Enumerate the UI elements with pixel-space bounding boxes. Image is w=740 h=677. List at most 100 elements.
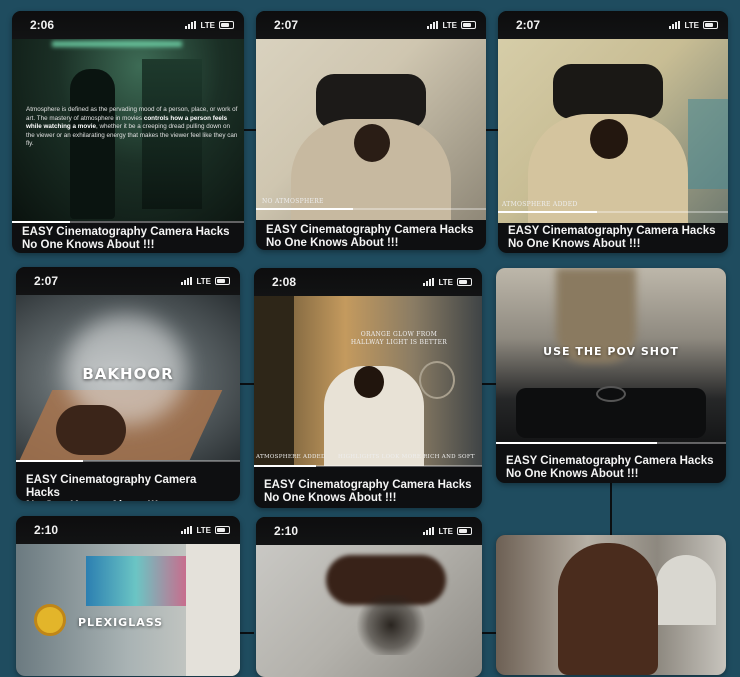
mirror xyxy=(419,361,455,399)
orange-glow-label: ORANGE GLOW FROM HALLWAY LIGHT IS BETTER xyxy=(350,331,448,346)
video-frame[interactable] xyxy=(498,39,728,223)
network-label: LTE xyxy=(200,20,215,30)
video-card[interactable]: 2:10 LTE PLEXIGLASS xyxy=(16,516,240,676)
caption-line-2: No One Knows About !!! xyxy=(26,500,230,501)
battery-icon xyxy=(215,526,230,534)
atmosphere-added-label: ATMOSPHERE ADDED xyxy=(502,201,578,208)
battery-icon xyxy=(461,21,476,29)
video-progress-fill xyxy=(16,460,84,462)
plexiglass-label: PLEXIGLASS xyxy=(78,616,164,629)
video-progress[interactable] xyxy=(256,208,486,210)
caption-line-2: No One Knows About !!! xyxy=(264,492,397,504)
network-label: LTE xyxy=(438,526,453,536)
caption-line-1: EASY Cinematography Camera Hacks xyxy=(266,224,474,236)
status-bar: 2:10 LTE xyxy=(256,517,482,545)
hallway-door xyxy=(254,296,294,466)
highlights-label: HIGHLIGHTS LOOK MORE RICH AND SOFT xyxy=(338,454,475,460)
connector-line xyxy=(482,383,496,385)
bakhoor-label: BAKHOOR xyxy=(82,365,174,383)
video-card[interactable]: 2:07 LTE NO ATMOSPHERE EASY Cinematograp… xyxy=(256,11,486,250)
video-caption: EASY Cinematography Camera Hacks No One … xyxy=(256,224,486,250)
atmosphere-definition: Atmosphere is defined as the pervading m… xyxy=(26,106,238,148)
person-side xyxy=(186,544,240,676)
video-progress[interactable] xyxy=(16,460,240,462)
status-bar: 2:06 LTE xyxy=(12,11,244,39)
window-light xyxy=(688,99,728,189)
video-caption: EASY Cinematography Camera Hacks No One … xyxy=(12,226,244,253)
video-card[interactable]: USE THE POV SHOT EASY Cinematography Cam… xyxy=(496,268,726,483)
video-card[interactable]: 2:07 LTE BAKHOOR EASY Cinematography Cam… xyxy=(16,267,240,501)
network-label: LTE xyxy=(196,525,211,535)
status-bar: 2:07 LTE xyxy=(498,11,728,39)
caption-line-1: EASY Cinematography Camera Hacks xyxy=(508,225,716,237)
caption-line-1: EASY Cinematography Camera Hacks xyxy=(22,226,230,238)
video-card[interactable]: 2:10 LTE xyxy=(256,517,482,677)
status-time: 2:06 xyxy=(30,18,55,32)
battery-icon xyxy=(703,21,718,29)
connector-line xyxy=(244,129,256,131)
connector-line xyxy=(486,129,498,131)
video-card[interactable]: 2:08 LTE ORANGE GLOW FROM HALLWAY LIGHT … xyxy=(254,268,482,508)
signal-icon xyxy=(669,21,681,29)
video-card[interactable]: 2:06 LTE Atmosphere is defined as the pe… xyxy=(12,11,244,253)
status-time: 2:10 xyxy=(274,524,299,538)
connector-line xyxy=(610,483,612,535)
video-frame[interactable] xyxy=(254,296,482,466)
caption-line-2: No One Knows About !!! xyxy=(506,468,639,480)
window-arches xyxy=(656,555,716,625)
network-label: LTE xyxy=(438,277,453,287)
caption-line-1: EASY Cinematography Camera Hacks xyxy=(264,479,472,491)
ceiling-light xyxy=(52,41,182,47)
face xyxy=(558,543,658,675)
pov-shot-label: USE THE POV SHOT xyxy=(543,345,679,358)
video-caption: EASY Cinematography Camera Hacks No One … xyxy=(16,474,240,501)
caption-line-1: EASY Cinematography Camera Hacks xyxy=(26,474,197,499)
network-label: LTE xyxy=(442,20,457,30)
signal-icon xyxy=(423,527,435,535)
falling-particles xyxy=(356,595,426,655)
video-card[interactable]: 2:07 LTE ATMOSPHERE ADDED EASY Cinematog… xyxy=(498,11,728,253)
connector-line xyxy=(482,632,496,634)
video-progress[interactable] xyxy=(254,465,482,467)
video-frame[interactable] xyxy=(256,39,486,220)
sunflower xyxy=(34,604,66,636)
video-caption: EASY Cinematography Camera Hacks No One … xyxy=(254,479,482,508)
video-caption: EASY Cinematography Camera Hacks No One … xyxy=(498,225,728,253)
hand xyxy=(56,405,126,455)
video-progress[interactable] xyxy=(496,442,726,444)
status-bar: 2:10 LTE xyxy=(16,516,240,544)
connector-line xyxy=(240,632,254,634)
caption-line-2: No One Knows About !!! xyxy=(22,239,155,251)
camera-hands xyxy=(553,64,663,119)
video-progress[interactable] xyxy=(12,221,244,223)
status-time: 2:07 xyxy=(274,18,299,32)
network-label: LTE xyxy=(196,276,211,286)
video-card[interactable] xyxy=(496,535,726,675)
status-time: 2:10 xyxy=(34,523,59,537)
video-frame[interactable] xyxy=(256,545,482,677)
video-caption: EASY Cinematography Camera Hacks No One … xyxy=(496,455,726,483)
lens-ring xyxy=(596,386,626,402)
status-bar: 2:07 LTE xyxy=(256,11,486,39)
caption-line-2: No One Knows About !!! xyxy=(508,238,641,250)
video-progress-fill xyxy=(12,221,70,223)
status-bar: 2:08 LTE xyxy=(254,268,482,296)
battery-icon xyxy=(457,278,472,286)
network-label: LTE xyxy=(684,20,699,30)
caption-line-2: No One Knows About !!! xyxy=(266,237,399,249)
face xyxy=(354,366,384,398)
status-time: 2:08 xyxy=(272,275,297,289)
video-frame[interactable] xyxy=(496,535,726,675)
video-progress[interactable] xyxy=(498,211,728,213)
signal-icon xyxy=(181,526,193,534)
video-progress-fill xyxy=(254,465,316,467)
signal-icon xyxy=(423,278,435,286)
battery-icon xyxy=(219,21,234,29)
atmosphere-added-label: ATMOSPHERE ADDED xyxy=(256,454,326,460)
tv-screen xyxy=(86,556,186,606)
connector-line xyxy=(240,383,254,385)
battery-icon xyxy=(215,277,230,285)
video-frame[interactable] xyxy=(16,544,240,676)
video-progress-fill xyxy=(496,442,657,444)
storyboard-canvas: 2:06 LTE Atmosphere is defined as the pe… xyxy=(0,0,740,677)
